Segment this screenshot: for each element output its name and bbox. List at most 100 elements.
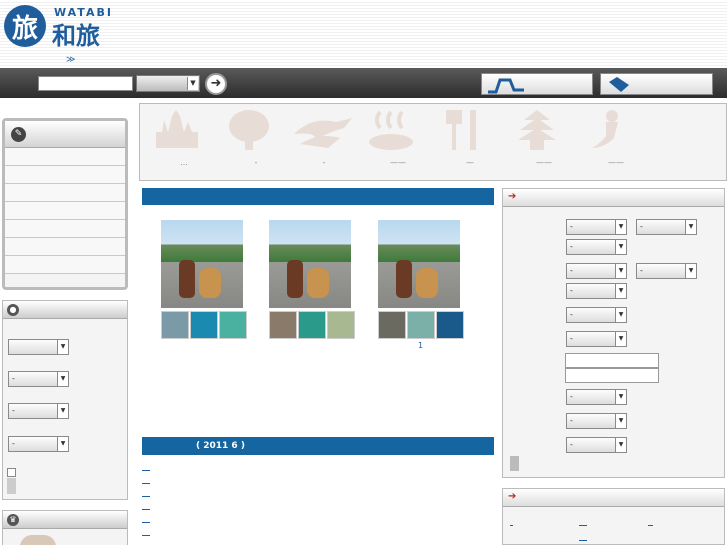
crown-icon: ♛ [7,514,19,526]
left-nav-box: ✎ [2,118,128,290]
news-link[interactable] [142,470,150,471]
right-link[interactable] [579,540,587,541]
right-select[interactable]: - ▼ [636,219,697,235]
search-go-button[interactable]: ➜ [205,73,227,95]
chevron-down-icon: ▼ [615,264,626,278]
logo-mark[interactable]: 旅 [4,5,46,47]
arrow-right-icon: ➔ [508,491,517,502]
category-forest[interactable]: - [224,108,288,174]
chevron-down-icon: ▼ [187,77,198,90]
filter-checkbox[interactable] [7,468,16,477]
thumbnail[interactable] [327,311,355,339]
arrow-right-icon: ➜ [210,76,222,91]
nav-item[interactable] [5,256,125,274]
category-food[interactable]: — [438,108,502,174]
page-number[interactable]: 1 [418,341,423,350]
chevron-down-icon: ▼ [615,438,626,452]
featured-photo-3[interactable] [378,220,460,308]
right-select[interactable]: - ▼ [566,413,627,429]
right-select[interactable]: - ▼ [566,437,627,453]
left-ranking-header: ♛ [3,511,127,529]
thumbnail[interactable] [190,311,218,339]
right-second-box: ➔ [502,488,725,545]
chevron-down-icon: ▼ [615,240,626,254]
logo-japanese[interactable]: 和旅 [52,16,100,51]
chevron-down-icon: ▼ [615,332,626,346]
news-link[interactable] [142,509,150,510]
right-text-input-1[interactable] [565,353,659,368]
category-castle[interactable]: ... [152,108,216,174]
tree-icon [229,110,269,150]
fork-knife-icon [446,110,476,150]
right-select[interactable]: - ▼ [566,239,627,255]
castle-icon [156,110,198,148]
filter-select-2[interactable]: - ▼ [8,371,69,387]
left-nav-header: ✎ [5,121,125,148]
chevron-down-icon: ▼ [615,220,626,234]
nav-item[interactable] [5,166,125,184]
chevron-down-icon: ▼ [685,264,696,278]
avatar[interactable] [20,535,56,545]
route-icon [488,78,524,94]
news-link[interactable] [142,522,150,523]
thumbnail[interactable] [161,311,189,339]
right-select[interactable]: - ▼ [566,389,627,405]
category-temple[interactable]: —— [512,108,576,174]
arrow-right-icon: ➔ [508,191,517,202]
search-category-select[interactable]: ▼ [136,75,200,92]
chevron-down-icon: ▼ [615,308,626,322]
nav-item[interactable] [5,202,125,220]
right-select[interactable]: - ▼ [636,263,697,279]
thumbnail[interactable] [378,311,406,339]
chevron-down-icon: ▼ [57,404,68,418]
right-select[interactable]: - ▼ [566,283,627,299]
right-select[interactable]: - ▼ [566,219,627,235]
thumbnail[interactable] [407,311,435,339]
news-link[interactable] [142,483,150,484]
right-link[interactable] [510,525,513,526]
right-link[interactable] [648,525,653,526]
chevron-down-icon: ▼ [615,414,626,428]
category-strip: ... - - —— — —— —— [139,103,727,181]
nav-item[interactable] [5,148,125,166]
tag-button[interactable] [600,73,713,95]
pagoda-icon [518,110,556,150]
link-icon: ✎ [11,127,26,142]
featured-header [142,188,494,205]
thumbnail[interactable] [298,311,326,339]
search-input[interactable] [38,76,133,91]
chevron-down-icon: ▼ [615,284,626,298]
thumbnail[interactable] [269,311,297,339]
news-link[interactable] [142,496,150,497]
featured-photo-2[interactable] [269,220,351,308]
filter-button[interactable] [7,478,16,494]
right-select[interactable]: - ▼ [566,331,627,347]
category-mermaid[interactable]: —— [584,108,648,174]
breadcrumb[interactable]: ≫ [66,55,75,65]
dolphin-icon [294,118,352,148]
right-search-button[interactable] [510,456,519,471]
chevron-down-icon: ▼ [615,390,626,404]
filter-select-4[interactable]: - ▼ [8,436,69,452]
featured-photo-1[interactable] [161,220,243,308]
filter-select-3[interactable]: - ▼ [8,403,69,419]
mermaid-icon [592,110,618,148]
route-button[interactable] [481,73,593,95]
nav-item[interactable] [5,238,125,256]
nav-item[interactable] [5,184,125,202]
thumbnail[interactable] [219,311,247,339]
right-select[interactable]: - ▼ [566,263,627,279]
right-select[interactable]: - ▼ [566,307,627,323]
thumbnail[interactable] [436,311,464,339]
category-onsen[interactable]: —— [366,108,430,174]
news-header: ( 2011 6 ) [142,437,494,455]
category-sea[interactable]: - [292,108,356,174]
right-second-header: ➔ [503,489,724,507]
news-link[interactable] [142,535,150,536]
filter-select-1[interactable]: ▼ [8,339,69,355]
chevron-down-icon: ▼ [57,372,68,386]
right-text-input-2[interactable] [565,368,659,383]
nav-item[interactable] [5,220,125,238]
right-link[interactable] [579,525,587,526]
right-search-header: ➔ [503,189,724,207]
